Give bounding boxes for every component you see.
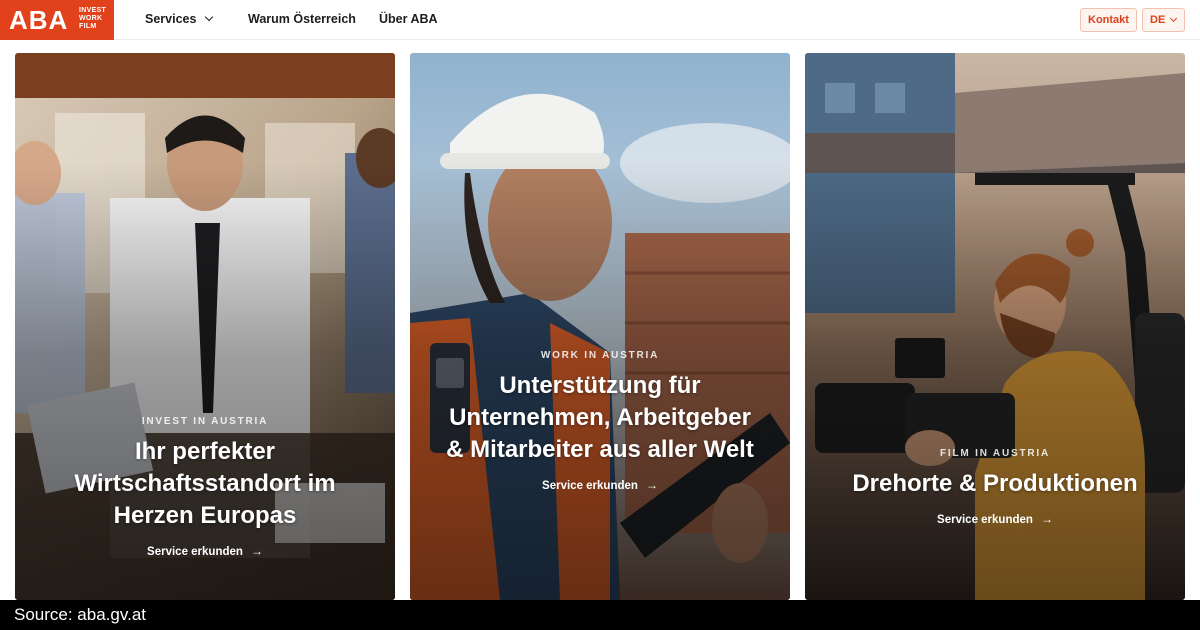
chevron-down-icon (1170, 14, 1178, 23)
logo-mark: ABA (9, 5, 69, 35)
arrow-right-icon: → (250, 544, 263, 558)
card-eyebrow: WORK IN AUSTRIA (540, 350, 660, 361)
chevron-down-icon (205, 12, 214, 22)
kontakt-button[interactable]: Kontakt (1080, 8, 1137, 32)
card-headline: Drehorte & Produktionen (852, 470, 1138, 497)
card-film[interactable]: FILM IN AUSTRIA Drehorte & Produktionen … (805, 53, 1185, 600)
card-content: WORK IN AUSTRIA Unterstützung für Untern… (410, 350, 790, 494)
card-headline: Ihr perfekter Wirtschaftsstandort im Her… (74, 438, 336, 529)
cta-label: Service erkunden (147, 546, 243, 558)
logo-word-work: WORK (79, 15, 103, 22)
cta-label: Service erkunden (937, 514, 1033, 526)
nav-services-label: Services (145, 12, 197, 26)
cta-label: Service erkunden (542, 480, 638, 492)
source-caption: Source: aba.gv.at (0, 600, 1200, 630)
nav-services-menu[interactable]: Services (145, 12, 214, 26)
language-label: DE (1150, 14, 1166, 26)
card-overlay (410, 53, 790, 600)
card-content: INVEST IN AUSTRIA Ihr perfekter Wirtscha… (15, 416, 395, 560)
card-invest[interactable]: INVEST IN AUSTRIA Ihr perfekter Wirtscha… (15, 53, 395, 600)
card-headline: Unterstützung für Unternehmen, Arbeitgeb… (446, 372, 754, 463)
arrow-right-icon: → (645, 478, 658, 492)
nav-uber-aba-link[interactable]: Über ABA (379, 12, 438, 26)
card-eyebrow: INVEST IN AUSTRIA (141, 416, 269, 427)
top-navigation: ABA INVEST WORK FILM Services Warum Öste… (0, 0, 1200, 40)
logo-words: INVEST WORK FILM (79, 7, 106, 31)
language-selector[interactable]: DE (1142, 8, 1185, 32)
logo-word-film: FILM (79, 23, 97, 30)
aba-logo[interactable]: ABA INVEST WORK FILM (0, 0, 114, 40)
card-eyebrow: FILM IN AUSTRIA (940, 448, 1050, 459)
card-work[interactable]: WORK IN AUSTRIA Unterstützung für Untern… (410, 53, 790, 600)
logo-word-invest: INVEST (79, 7, 107, 14)
service-erkunden-link[interactable]: Service erkunden → (937, 512, 1053, 526)
arrow-right-icon: → (1040, 512, 1053, 526)
service-erkunden-link[interactable]: Service erkunden → (147, 544, 263, 558)
service-erkunden-link[interactable]: Service erkunden → (542, 478, 658, 492)
card-content: FILM IN AUSTRIA Drehorte & Produktionen … (805, 448, 1185, 528)
nav-warum-oesterreich-link[interactable]: Warum Österreich (248, 12, 356, 26)
